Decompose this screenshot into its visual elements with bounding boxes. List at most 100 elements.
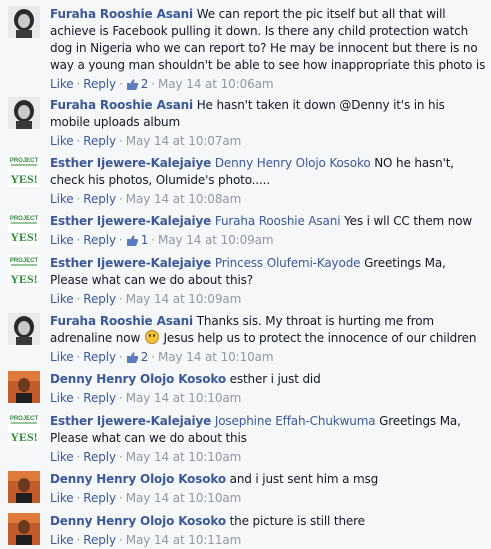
woman-portrait-avatar[interactable] — [8, 97, 40, 129]
logo-yes-text: YES! — [10, 172, 37, 186]
comment-author-link[interactable]: Denny Henry Olojo Kosoko — [50, 472, 226, 486]
thumbs-up-icon[interactable] — [126, 351, 139, 369]
comment-text: the picture is still there — [229, 514, 365, 528]
logo-yes-text: YES! — [10, 430, 37, 444]
comment-author-link[interactable]: Esther Ijewere-Kalejaiye — [50, 414, 211, 428]
reply-link[interactable]: Reply — [83, 533, 116, 547]
logo-yes-text: YES! — [10, 272, 37, 286]
comment-actions: Like · Reply · 2 · May 14 at 10:10am — [50, 348, 486, 369]
comment-timestamp[interactable]: May 14 at 10:10am — [126, 450, 242, 464]
comment-author-link[interactable]: Furaha Rooshie Asani — [50, 314, 193, 328]
comment-actions: Like · Reply · May 14 at 10:08am — [50, 192, 242, 206]
comment-thread: Furaha Rooshie Asani We can report the p… — [0, 0, 491, 548]
project-yes-logo-avatar[interactable]: PROJECT YES! — [8, 413, 40, 445]
comment-content: Esther Ijewere-Kalejaiye Denny Henry Olo… — [50, 155, 486, 189]
comment-author-link[interactable]: Esther Ijewere-Kalejaiye — [50, 156, 211, 170]
comment-body: Denny Henry Olojo Kosoko and i just sent… — [50, 471, 486, 507]
comment-timestamp[interactable]: May 14 at 10:09am — [126, 292, 242, 306]
comment-text: Yes i wll CC them now — [344, 214, 473, 228]
like-link[interactable]: Like — [50, 491, 74, 505]
comment-actions: Like · Reply · May 14 at 10:10am — [50, 450, 242, 464]
comment-actions: Like · Reply · 1 · May 14 at 10:09am — [50, 231, 486, 252]
comment-content: Denny Henry Olojo Kosoko the picture is … — [50, 513, 486, 530]
thumbs-up-icon[interactable] — [126, 234, 139, 252]
like-link[interactable]: Like — [50, 450, 74, 464]
comment-content: Furaha Rooshie Asani We can report the p… — [50, 6, 486, 74]
logo-top-text: PROJECT — [10, 216, 39, 222]
comment-author-link[interactable]: Furaha Rooshie Asani — [50, 7, 193, 21]
like-link[interactable]: Like — [50, 77, 74, 91]
comment-actions: Like · Reply · May 14 at 10:11am — [50, 533, 242, 547]
like-link[interactable]: Like — [50, 292, 74, 306]
comment-content: Furaha Rooshie Asani Thanks sis. My thro… — [50, 313, 486, 347]
comment-timestamp[interactable]: May 14 at 10:11am — [126, 533, 242, 547]
comment-content: Denny Henry Olojo Kosoko esther i just d… — [50, 371, 486, 388]
like-link[interactable]: Like — [50, 350, 74, 364]
comment-text-continued: Jesus help us to protect the innocence o… — [163, 331, 477, 345]
comment-author-link[interactable]: Furaha Rooshie Asani — [50, 98, 193, 112]
comment-content: Esther Ijewere-Kalejaiye Princess Olufem… — [50, 255, 486, 289]
comment-timestamp[interactable]: May 14 at 10:06am — [158, 77, 274, 91]
mention-link[interactable]: Denny Henry Olojo Kosoko — [215, 156, 371, 170]
comment-body: Esther Ijewere-Kalejaiye Josephine Effah… — [50, 413, 486, 466]
comment-body: Denny Henry Olojo Kosoko the picture is … — [50, 513, 486, 549]
comment-body: Esther Ijewere-Kalejaiye Denny Henry Olo… — [50, 155, 486, 208]
comment-actions: Like · Reply · 2 · May 14 at 10:06am — [50, 75, 486, 96]
comment-content: Furaha Rooshie Asani He hasn't taken it … — [50, 97, 486, 131]
reply-link[interactable]: Reply — [83, 192, 116, 206]
thumbs-up-icon[interactable] — [126, 78, 139, 96]
comment-body: Furaha Rooshie Asani We can report the p… — [50, 6, 486, 96]
comment-timestamp[interactable]: May 14 at 10:08am — [126, 192, 242, 206]
comment-timestamp[interactable]: May 14 at 10:10am — [126, 491, 242, 505]
comment-actions: Like · Reply · May 14 at 10:10am — [50, 391, 242, 405]
comment-body: Esther Ijewere-Kalejaiye Furaha Rooshie … — [50, 213, 486, 252]
comment-body: Esther Ijewere-Kalejaiye Princess Olufem… — [50, 255, 486, 308]
mention-link[interactable]: Josephine Effah-Chukwuma — [215, 414, 376, 428]
reply-link[interactable]: Reply — [83, 450, 116, 464]
comment-author-link[interactable]: Denny Henry Olojo Kosoko — [50, 514, 226, 528]
comment-actions: Like · Reply · May 14 at 10:10am — [50, 491, 242, 505]
reply-link[interactable]: Reply — [83, 292, 116, 306]
project-yes-logo-avatar[interactable]: PROJECT YES! — [8, 213, 40, 245]
frown-emoji-icon — [144, 330, 159, 344]
reply-link[interactable]: Reply — [83, 391, 116, 405]
comment-actions: Like · Reply · May 14 at 10:07am — [50, 134, 242, 148]
reply-link[interactable]: Reply — [83, 350, 116, 364]
woman-portrait-avatar[interactable] — [8, 313, 40, 345]
comment-text: and i just sent him a msg — [229, 472, 379, 486]
comment-content: Denny Henry Olojo Kosoko and i just sent… — [50, 471, 486, 488]
project-yes-logo-avatar[interactable]: PROJECT YES! — [8, 255, 40, 287]
comment-content: Esther Ijewere-Kalejaiye Furaha Rooshie … — [50, 213, 486, 230]
man-portrait-avatar[interactable] — [8, 471, 40, 503]
like-link[interactable]: Like — [50, 391, 74, 405]
reply-link[interactable]: Reply — [83, 77, 116, 91]
like-link[interactable]: Like — [50, 533, 74, 547]
logo-yes-text: YES! — [10, 230, 37, 244]
reply-link[interactable]: Reply — [83, 233, 116, 247]
mention-link[interactable]: Princess Olufemi-Kayode — [215, 256, 361, 270]
comment-body: Furaha Rooshie Asani He hasn't taken it … — [50, 97, 486, 150]
comment-body: Denny Henry Olojo Kosoko esther i just d… — [50, 371, 486, 407]
woman-portrait-avatar[interactable] — [8, 6, 40, 38]
reply-link[interactable]: Reply — [83, 134, 116, 148]
comment-content: Esther Ijewere-Kalejaiye Josephine Effah… — [50, 413, 486, 447]
comment-timestamp[interactable]: May 14 at 10:07am — [126, 134, 242, 148]
comment-timestamp[interactable]: May 14 at 10:09am — [158, 233, 274, 247]
man-portrait-avatar[interactable] — [8, 513, 40, 545]
man-portrait-avatar[interactable] — [8, 371, 40, 403]
comment-author-link[interactable]: Denny Henry Olojo Kosoko — [50, 372, 226, 386]
like-link[interactable]: Like — [50, 192, 74, 206]
mention-link[interactable]: Furaha Rooshie Asani — [215, 214, 341, 228]
comment-actions: Like · Reply · May 14 at 10:09am — [50, 292, 242, 306]
like-link[interactable]: Like — [50, 233, 74, 247]
project-yes-logo-avatar[interactable]: PROJECT YES! — [8, 155, 40, 187]
comment-timestamp[interactable]: May 14 at 10:10am — [126, 391, 242, 405]
like-link[interactable]: Like — [50, 134, 74, 148]
comment-text: esther i just did — [229, 372, 321, 386]
comment-author-link[interactable]: Esther Ijewere-Kalejaiye — [50, 214, 211, 228]
reply-link[interactable]: Reply — [83, 491, 116, 505]
comment-timestamp[interactable]: May 14 at 10:10am — [158, 350, 274, 364]
comment-body: Furaha Rooshie Asani Thanks sis. My thro… — [50, 313, 486, 369]
comment-author-link[interactable]: Esther Ijewere-Kalejaiye — [50, 256, 211, 270]
logo-top-text: PROJECT — [10, 416, 39, 422]
